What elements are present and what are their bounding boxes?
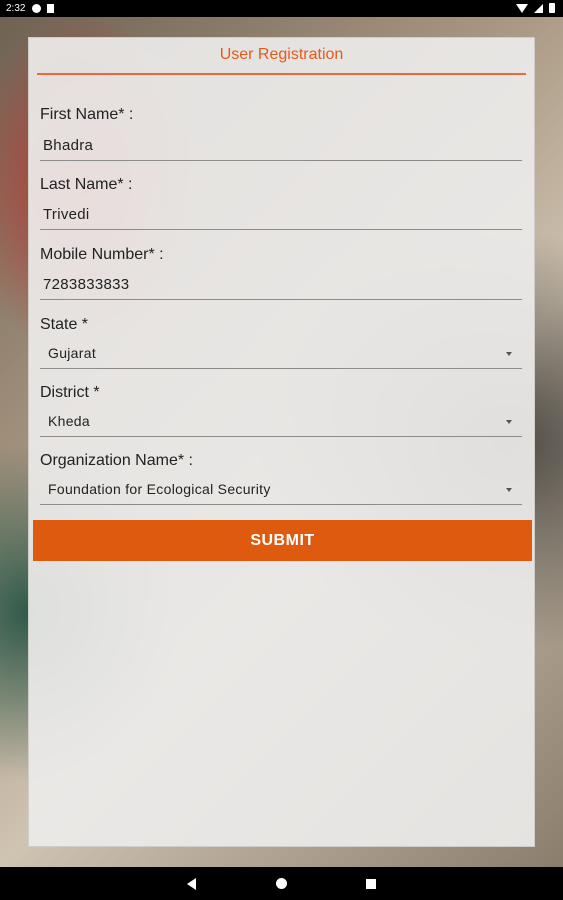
registration-card: User Registration First Name* : Bhadra L… [28, 37, 535, 847]
last-name-value: Trivedi [43, 206, 90, 223]
mobile-number-value: 7283833833 [43, 276, 130, 293]
chevron-down-icon [506, 420, 512, 424]
last-name-label: Last Name* : [40, 176, 133, 193]
mobile-number-field[interactable]: 7283833833 [40, 270, 522, 300]
title-divider [37, 73, 526, 75]
district-value: Kheda [48, 413, 90, 429]
page-title: User Registration [219, 46, 344, 63]
sim-icon [47, 4, 54, 13]
organization-value: Foundation for Ecological Security [48, 481, 271, 497]
submit-button[interactable]: SUBMIT [33, 520, 532, 561]
first-name-field[interactable]: Bhadra [40, 131, 522, 161]
district-dropdown[interactable]: Kheda [40, 407, 522, 437]
district-label: District * [40, 384, 100, 401]
status-time: 2:32 [6, 3, 26, 14]
signal-icon [534, 3, 543, 13]
navigation-bar [0, 867, 563, 900]
battery-icon [549, 3, 555, 13]
first-name-label: First Name* : [40, 106, 134, 123]
state-value: Gujarat [48, 345, 97, 361]
home-icon[interactable] [276, 878, 287, 889]
first-name-value: Bhadra [43, 137, 94, 154]
recents-icon[interactable] [366, 879, 376, 889]
organization-dropdown[interactable]: Foundation for Ecological Security [40, 475, 522, 505]
state-dropdown[interactable]: Gujarat [40, 339, 522, 369]
wifi-icon [516, 3, 528, 13]
organization-label: Organization Name* : [40, 452, 193, 469]
chevron-down-icon [506, 352, 512, 356]
status-bar: 2:32 [0, 0, 563, 17]
notification-icon [32, 4, 41, 13]
mobile-number-label: Mobile Number* : [40, 246, 164, 263]
back-icon[interactable] [187, 878, 196, 890]
last-name-field[interactable]: Trivedi [40, 200, 522, 230]
chevron-down-icon [506, 488, 512, 492]
state-label: State * [40, 316, 89, 333]
